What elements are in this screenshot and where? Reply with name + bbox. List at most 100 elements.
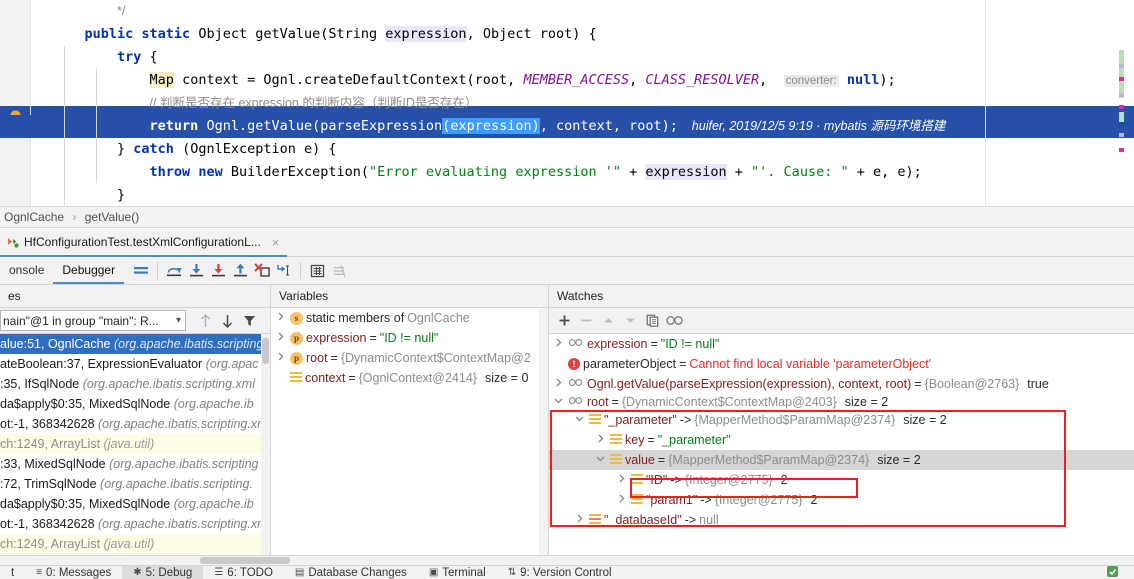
frames-vscrollbar[interactable] [261,334,270,555]
move-up-icon[interactable] [597,310,619,332]
expand-arrow-closed-icon[interactable] [274,348,287,368]
status-bar-item[interactable]: ⇅ 9: Version Control [497,566,623,579]
close-icon[interactable]: × [272,235,280,250]
code-token: } [117,187,126,203]
force-step-into-icon[interactable] [207,260,229,282]
editor-error-stripe[interactable] [1119,0,1124,206]
frame-row[interactable]: ot:-1, 368342628 (org.apache.ibatis.scri… [0,514,270,534]
tab-debugger[interactable]: Debugger [53,257,125,284]
breadcrumb[interactable]: OgnlCache › getValue() [0,206,1134,228]
error-icon: ! [568,358,580,370]
expand-arrow-open-icon[interactable] [594,450,607,470]
stripe-mark [1119,148,1124,152]
expand-arrow-open-icon[interactable] [552,394,565,410]
run-tab-HfConfigurationTest[interactable]: HfConfigurationTest.testXmlConfiguration… [0,229,288,257]
mute-breakpoints-icon[interactable] [328,260,350,282]
expand-arrow-closed-icon[interactable] [573,510,586,530]
evaluate-expression-icon[interactable] [306,260,328,282]
status-indicator-icon[interactable] [1107,566,1118,577]
step-into-icon[interactable] [185,260,207,282]
code-token: getValue( [255,26,329,42]
add-watch-icon[interactable] [553,310,575,332]
watch-row[interactable]: "_parameter" -> {MapperMethod$ParamMap@2… [549,410,1134,430]
status-bar-item[interactable]: t [0,566,25,579]
filter-icon[interactable] [238,310,260,332]
watch-row[interactable]: ! parameterObject = Cannot find local var… [549,354,1134,374]
tab-console[interactable]: onsole [0,257,53,284]
breadcrumb-method[interactable]: getValue() [85,210,139,224]
frame-row[interactable]: da$apply$0:35, MixedSqlNode (org.apache.… [0,394,270,414]
watch-row[interactable]: "param1" -> {Integer@2775} 2 [549,490,1134,510]
expand-arrow-closed-icon[interactable] [274,328,287,348]
frame-row[interactable]: ot:-1, 368342628 (org.apache.ibatis.scri… [0,414,270,434]
expand-arrow-closed-icon[interactable] [274,308,287,328]
frame-row[interactable]: :33, MixedSqlNode (org.apache.ibatis.scr… [0,454,270,474]
variable-row[interactable]: p expression = "ID != null" [271,328,548,348]
watch-row[interactable]: "ID" -> {Integer@2775} 2 [549,470,1134,490]
drop-frame-icon[interactable] [251,260,273,282]
status-bar-item[interactable]: ≡ 0: Messages [25,566,122,579]
code-token: try [117,49,142,65]
code-line: Map context = Ognl.createDefaultContext(… [0,69,1134,92]
expand-arrow-closed-icon[interactable] [552,334,565,354]
breadcrumb-class[interactable]: OgnlCache [4,210,64,224]
code-token: { [141,49,158,65]
watch-value: "_parameter" [657,433,731,447]
variable-operator: = [369,331,377,345]
frame-row[interactable]: da$apply$0:35, MixedSqlNode (org.apache.… [0,494,270,514]
status-bar-item[interactable]: ▤ Database Changes [284,566,418,579]
expand-arrow-closed-icon[interactable] [615,470,628,490]
layout-icon[interactable] [130,260,152,282]
thread-selector[interactable]: nain"@1 in group "main": R... ▾ [0,310,186,331]
watches-panel-title: Watches [549,285,1134,308]
variable-value: {DynamicContext$ContextMap@2 [340,351,531,365]
expand-arrow-closed-icon[interactable] [594,430,607,450]
variable-row[interactable]: context = {OgnlContext@2414} size = 0 [271,368,548,388]
frame-row[interactable]: ch:1249, ArrayList (java.util) [0,434,270,454]
watch-row[interactable]: expression = "ID != null" [549,334,1134,354]
expand-arrow-closed-icon[interactable] [552,374,565,394]
variable-value: "ID != null" [379,331,439,345]
expand-arrow-open-icon[interactable] [573,410,586,430]
frame-row[interactable]: ateBoolean:37, ExpressionEvaluator (org.… [0,354,270,374]
frame-row[interactable]: alue:51, OgnlCache (org.apache.ibatis.sc… [0,334,270,354]
stripe-mark [1119,122,1124,127]
expand-arrow-closed-icon[interactable] [615,490,628,510]
watch-row[interactable]: root = {DynamicContext$ContextMap@2403} s… [549,394,1134,410]
copy-icon[interactable] [641,310,663,332]
frame-row[interactable]: :72, TrimSqlNode (org.apache.ibatis.scri… [0,474,270,494]
status-bar-item[interactable]: ☰ 6: TODO [203,566,284,579]
run-to-cursor-icon[interactable] [273,260,295,282]
remove-watch-icon[interactable] [575,310,597,332]
down-arrow-icon[interactable] [216,310,238,332]
frame-row[interactable]: :35, IfSqlNode (org.apache.ibatis.script… [0,374,270,394]
watch-glasses-icon[interactable] [663,310,685,332]
up-arrow-icon[interactable] [194,310,216,332]
frame-location: ot:-1, 368342628 [0,517,98,531]
variable-name: expression [306,331,367,345]
watches-list[interactable]: expression = "ID != null"! parameterObjec… [549,334,1134,555]
code-token: ); [879,72,896,88]
frame-row[interactable]: ch:1249, ArrayList (java.util) [0,534,270,554]
watch-row[interactable]: "_databaseId" -> null [549,510,1134,530]
watch-row[interactable]: Ognl.getValue(parseExpression(expression… [549,374,1134,394]
step-over-icon[interactable] [163,260,185,282]
frames-list[interactable]: alue:51, OgnlCache (org.apache.ibatis.sc… [0,334,270,555]
variable-row[interactable]: p root = {DynamicContext$ContextMap@2 [271,348,548,368]
code-editor[interactable]: */ public static Object getValue(String … [0,0,1134,206]
watch-name: root [587,395,609,409]
frames-vscroll-thumb[interactable] [262,338,269,364]
variables-vscrollbar[interactable] [539,308,548,555]
move-down-icon[interactable] [619,310,641,332]
variables-list[interactable]: s static members of OgnlCache p expression … [271,308,548,555]
status-bar-item[interactable]: ▣ Terminal [418,566,497,579]
code-token: expression [385,26,467,42]
status-bar-item[interactable]: ✱ 5: Debug [122,566,204,579]
step-out-icon[interactable] [229,260,251,282]
watch-row[interactable]: key = "_parameter" [549,430,1134,450]
debug-icon: ✱ [133,567,142,578]
code-token: context = Ognl.createDefaultContext(root… [173,72,524,88]
variable-row[interactable]: s static members of OgnlCache [271,308,548,328]
watch-row[interactable]: value = {MapperMethod$ParamMap@2374} size… [549,450,1134,470]
bottom-hscroll-thumb[interactable] [200,557,290,564]
